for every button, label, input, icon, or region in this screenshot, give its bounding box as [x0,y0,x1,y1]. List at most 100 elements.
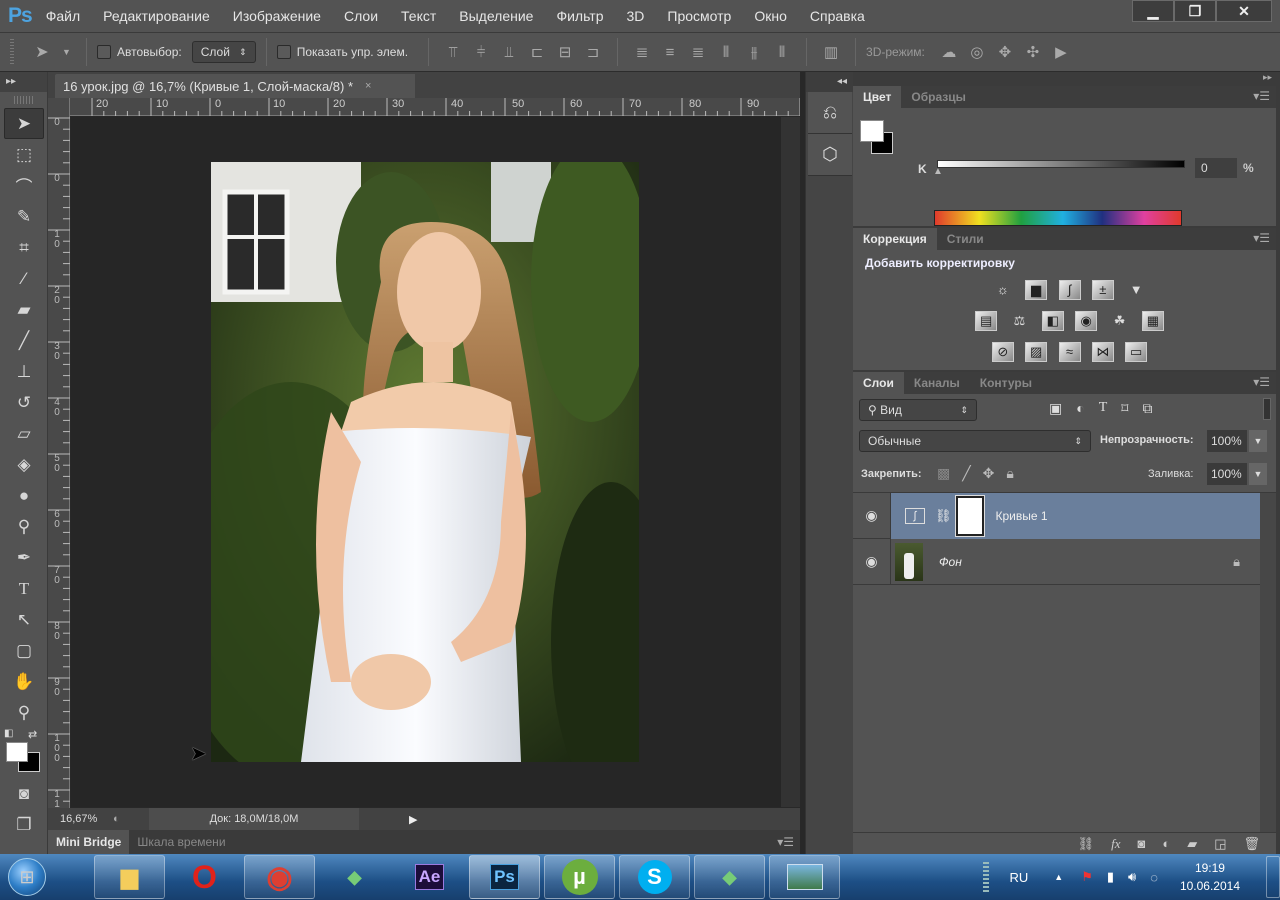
tab-layers[interactable]: Слои [853,372,904,394]
quick-mask-icon[interactable]: ◙ [4,778,44,809]
lock-all-icon[interactable]: 🔒︎ [1006,465,1013,482]
close-document-icon[interactable]: × [365,80,371,92]
tool-preset-dropdown-icon[interactable]: ▼ [62,47,71,57]
rectangle-tool-icon[interactable]: ▢ [4,635,44,666]
paint-bucket-tool-icon[interactable]: ◈ [4,449,44,480]
eyedropper-tool-icon[interactable]: ⁄ [4,263,44,294]
action-center-icon[interactable]: ⚑ [1081,869,1093,885]
lasso-tool-icon[interactable]: ⌒ [4,170,44,201]
tab-paths[interactable]: Контуры [970,372,1042,394]
panels-collapse-icon[interactable]: ▸▸ [853,72,1280,86]
brush-tool-icon[interactable]: ╱ [4,325,44,356]
toolbox-grip[interactable] [14,96,33,104]
taskbar-photo-viewer[interactable] [769,855,840,899]
channel-mixer-icon[interactable]: ☘ [1109,312,1131,332]
invert-icon[interactable]: ⊘ [991,342,1014,362]
status-menu-arrow-icon[interactable]: ▶ [409,813,417,826]
link-layers-icon[interactable]: ⛓ [1078,836,1095,852]
history-brush-tool-icon[interactable]: ↺ [4,387,44,418]
menu-image[interactable]: Изображение [233,8,321,24]
quick-select-tool-icon[interactable]: ✎ [4,201,44,232]
layer-mask-thumbnail[interactable] [954,494,985,537]
autoselect-target-select[interactable]: Слой ⇕ [191,41,256,63]
menu-file[interactable]: Файл [46,8,80,24]
panel-menu-icon[interactable]: ▾☰ [777,835,794,849]
close-button[interactable]: ✕ [1216,0,1272,22]
eraser-tool-icon[interactable]: ▱ [4,418,44,449]
tab-mini-bridge[interactable]: Mini Bridge [48,830,130,854]
move-tool-icon[interactable]: ➤ [4,108,44,139]
selective-color-icon[interactable]: ⋈ [1091,342,1114,362]
brightness-contrast-icon[interactable]: ☼ [992,281,1014,301]
taskbar-opera[interactable]: O [169,855,240,899]
color-lookup-icon[interactable]: ▦ [1141,311,1164,331]
taskbar-utorrent[interactable]: µ [544,855,615,899]
align-top-icon[interactable]: ⫪ [445,44,461,61]
distribute-left-icon[interactable]: ⫴ [718,44,734,61]
k-channel-slider[interactable] [937,160,1185,168]
type-tool-icon[interactable]: T [4,573,44,604]
taskbar-app-x[interactable]: ◆ [319,855,390,899]
gradient-map-icon[interactable]: ▭ [1125,342,1148,362]
panel-menu-icon[interactable]: ▾☰ [1253,231,1270,245]
fill-field[interactable]: 100% [1207,463,1247,485]
auto-align-icon[interactable]: ▥ [823,43,839,61]
tab-styles[interactable]: Стили [937,228,994,250]
3d-roll-icon[interactable]: ◎ [969,43,985,61]
taskbar-app-x-2[interactable]: ◆ [694,855,765,899]
layer-name[interactable]: Кривые 1 [996,509,1048,523]
delete-layer-icon[interactable]: 🗑︎ [1243,836,1260,852]
3d-rotate-icon[interactable]: ☁ [941,43,957,61]
layer-row-curves[interactable]: ◉ ∫ ⛓ Кривые 1 [853,492,1260,539]
filter-shape-icon[interactable]: ⌑ [1121,400,1128,417]
exposure-icon[interactable]: ± [1091,280,1114,300]
panel-menu-icon[interactable]: ▾☰ [1253,89,1270,103]
pen-tool-icon[interactable]: ✒ [4,542,44,573]
distribute-right-icon[interactable]: ⫴ [774,44,790,61]
black-white-icon[interactable]: ◧ [1041,311,1064,331]
taskbar-skype[interactable]: S [619,855,690,899]
hue-saturation-icon[interactable]: ▤ [975,311,998,331]
layer-style-icon[interactable]: fx [1111,836,1120,852]
filter-pixel-icon[interactable]: ▣ [1049,400,1062,417]
tab-color[interactable]: Цвет [853,86,902,108]
lock-pixels-icon[interactable]: ╱ [962,465,970,482]
crop-tool-icon[interactable]: ⌗ [4,232,44,263]
blur-tool-icon[interactable]: ● [4,480,44,511]
blend-mode-select[interactable]: Обычные ⇕ [859,430,1091,452]
show-desktop-button[interactable] [1266,856,1280,898]
visibility-eye-icon[interactable]: ◉ [853,538,891,585]
opacity-dropdown-icon[interactable]: ▼ [1249,430,1267,452]
color-balance-icon[interactable]: ⚖ [1008,312,1030,332]
lock-transparent-icon[interactable]: ▩ [937,465,950,482]
menu-select[interactable]: Выделение [459,8,533,24]
3d-slide-icon[interactable]: ✣ [1025,43,1041,61]
threshold-icon[interactable]: ≈ [1058,342,1081,362]
3d-pan-icon[interactable]: ✥ [997,43,1013,61]
filter-type-icon[interactable]: T [1099,400,1108,417]
clone-stamp-tool-icon[interactable]: ⊥ [4,356,44,387]
start-button[interactable]: ⊞ [0,854,54,900]
layers-scrollbar[interactable] [1260,493,1276,833]
menu-filter[interactable]: Фильтр [556,8,603,24]
tab-timeline[interactable]: Шкала времени [129,830,233,854]
taskbar-photoshop[interactable]: Ps [469,855,540,899]
align-left-icon[interactable]: ⊏ [529,43,545,61]
taskbar-chrome[interactable]: ◉ [244,855,315,899]
new-adjustment-layer-icon[interactable]: ◐ [1162,836,1170,851]
align-vcenter-icon[interactable]: ⫩ [473,44,489,61]
taskbar-explorer[interactable]: ▆ [94,855,165,899]
status-info-icon[interactable]: ◐ [113,813,149,825]
power-icon[interactable]: ▮ [1107,869,1114,885]
lock-position-icon[interactable]: ✥ [983,465,995,482]
taskbar-after-effects[interactable]: Ae [394,855,465,899]
zoom-tool-icon[interactable]: ⚲ [4,697,44,728]
volume-icon[interactable]: 🔊︎ [1128,869,1136,885]
distribute-bottom-icon[interactable]: ≣ [690,43,706,61]
screen-mode-icon[interactable]: ❐ [4,809,44,840]
opacity-field[interactable]: 100% [1207,430,1247,452]
align-bottom-icon[interactable]: ⫫ [501,44,517,61]
new-layer-icon[interactable]: ◲ [1214,836,1226,852]
align-hcenter-icon[interactable]: ⊟ [557,43,573,61]
layer-filter-select[interactable]: ⚲ Вид ⇕ [859,399,977,421]
